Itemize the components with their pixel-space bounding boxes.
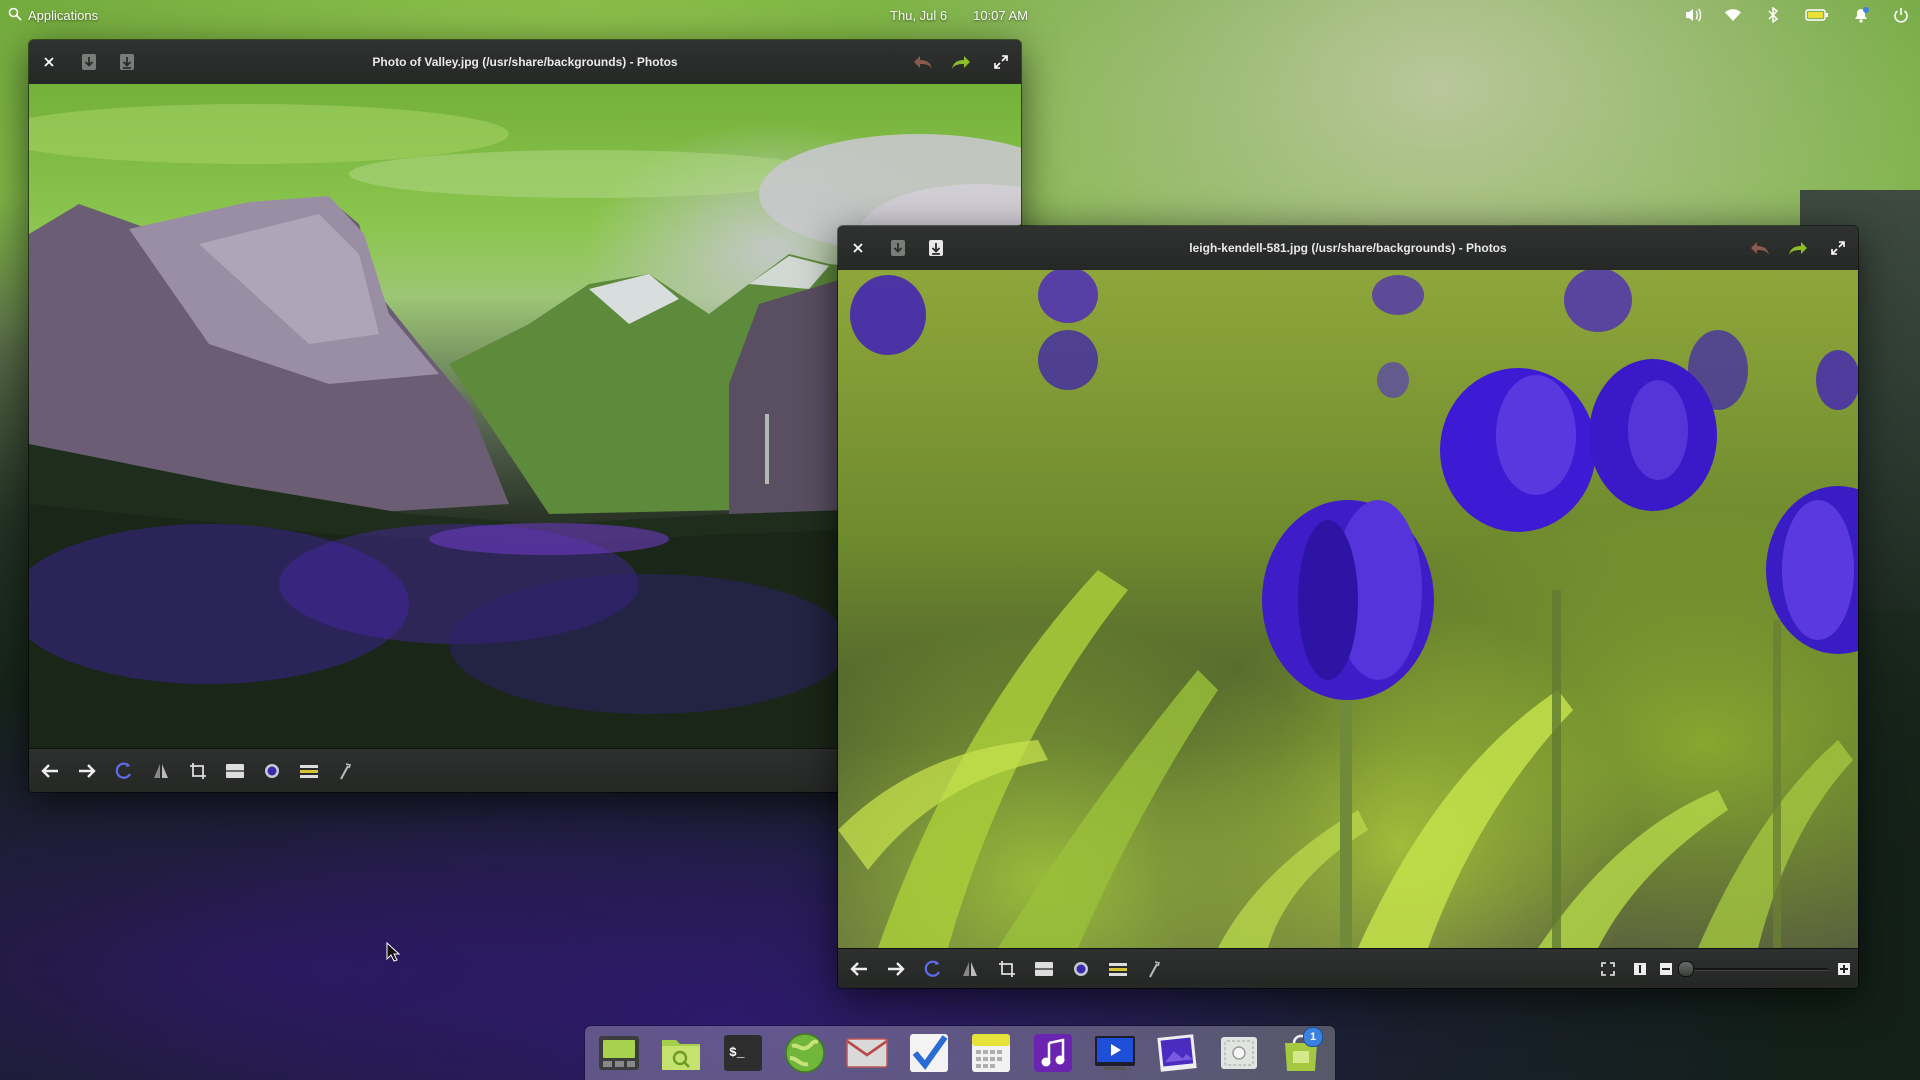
photos-icon[interactable] (1153, 1029, 1201, 1077)
files-icon[interactable] (657, 1029, 705, 1077)
system-indicators (1684, 0, 1910, 30)
straighten-icon[interactable] (219, 755, 251, 787)
import-button[interactable] (75, 48, 103, 76)
flip-icon[interactable] (145, 755, 177, 787)
zoom-slider-handle[interactable] (1678, 961, 1694, 977)
applications-label: Applications (28, 7, 99, 23)
undo-button[interactable] (1746, 234, 1774, 262)
next-button[interactable] (71, 755, 103, 787)
battery-icon[interactable] (1804, 6, 1830, 24)
dock: $_ 1 (585, 1026, 1335, 1080)
redo-button[interactable] (1784, 234, 1812, 262)
red-eye-icon[interactable] (256, 755, 288, 787)
mail-icon[interactable] (843, 1029, 891, 1077)
svg-text:$_: $_ (729, 1045, 745, 1060)
export-button[interactable] (113, 48, 141, 76)
zoom-fit-icon[interactable] (1592, 953, 1624, 985)
tasks-icon[interactable] (905, 1029, 953, 1077)
fullscreen-button[interactable] (987, 48, 1015, 76)
top-panel: Applications Thu, Jul 6 10:07 AM (0, 0, 1920, 30)
applications-menu[interactable]: Applications (8, 0, 98, 30)
undo-button[interactable] (909, 48, 937, 76)
time-label: 10:07 AM (973, 7, 1029, 23)
mouse-cursor-icon (386, 941, 401, 967)
rotate-icon[interactable] (108, 755, 140, 787)
volume-icon[interactable] (1684, 6, 1702, 24)
bluetooth-icon[interactable] (1764, 6, 1782, 24)
crop-icon[interactable] (182, 755, 214, 787)
adjust-icon[interactable] (293, 755, 325, 787)
titlebar: Photo of Valley.jpg (/usr/share/backgrou… (29, 40, 1021, 85)
redo-button[interactable] (947, 48, 975, 76)
fullscreen-button[interactable] (1824, 234, 1852, 262)
photos-window-tulips: leigh-kendell-581.jpg (/usr/share/backgr… (838, 226, 1858, 988)
previous-button[interactable] (843, 953, 875, 985)
zoom-slider[interactable] (1678, 960, 1828, 978)
photo-viewer-image (838, 270, 1858, 948)
zoom-in-icon[interactable] (1834, 953, 1854, 985)
export-button[interactable] (922, 234, 950, 262)
close-button[interactable] (844, 234, 872, 262)
music-icon[interactable] (1029, 1029, 1077, 1077)
close-button[interactable] (35, 48, 63, 76)
zoom-out-icon[interactable] (1656, 953, 1676, 985)
tulips-photo (838, 270, 1858, 948)
photo-toolbar (838, 948, 1858, 988)
enhance-icon[interactable] (330, 755, 362, 787)
wifi-icon[interactable] (1724, 6, 1742, 24)
previous-button[interactable] (34, 755, 66, 787)
terminal-icon[interactable]: $_ (719, 1029, 767, 1077)
adjust-icon[interactable] (1102, 953, 1134, 985)
flip-icon[interactable] (954, 953, 986, 985)
straighten-icon[interactable] (1028, 953, 1060, 985)
datetime-indicator[interactable]: Thu, Jul 6 10:07 AM (890, 0, 1028, 30)
window-title: Photo of Valley.jpg (/usr/share/backgrou… (372, 55, 678, 69)
notification-badge: 1 (1303, 1027, 1323, 1047)
crop-icon[interactable] (991, 953, 1023, 985)
appcenter-icon[interactable]: 1 (1277, 1027, 1325, 1077)
date-label: Thu, Jul 6 (890, 7, 948, 23)
search-icon (8, 7, 22, 24)
multitasking-view-icon[interactable] (595, 1029, 643, 1077)
red-eye-icon[interactable] (1065, 953, 1097, 985)
notifications-icon[interactable] (1852, 6, 1870, 24)
screenshot-icon[interactable] (1215, 1029, 1263, 1077)
window-title: leigh-kendell-581.jpg (/usr/share/backgr… (1189, 241, 1507, 255)
enhance-icon[interactable] (1139, 953, 1171, 985)
next-button[interactable] (880, 953, 912, 985)
rotate-icon[interactable] (917, 953, 949, 985)
web-browser-icon[interactable] (781, 1029, 829, 1077)
titlebar: leigh-kendell-581.jpg (/usr/share/backgr… (838, 226, 1858, 271)
calendar-icon[interactable] (967, 1029, 1015, 1077)
videos-icon[interactable] (1091, 1029, 1139, 1077)
power-icon[interactable] (1892, 6, 1910, 24)
zoom-100-icon[interactable] (1624, 953, 1656, 985)
import-button[interactable] (884, 234, 912, 262)
